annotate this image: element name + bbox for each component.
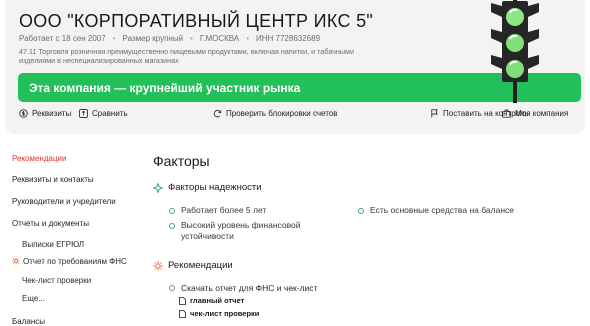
reliability-heading-label: Факторы надежности [168,182,262,193]
bullet-icon [169,285,175,291]
bullet-icon [169,222,175,229]
factor-text: Высокий уровень финансовой устойчивости [181,220,301,242]
recommendation-text: Скачать отчет для ФНС и чек-лист [181,283,318,293]
company-actions: Реквизиты Сравнить Проверить блокировки … [19,109,589,123]
recommendations-heading-label: Рекомендации [168,260,233,271]
checklist-link[interactable]: чек-лист проверки [179,309,259,318]
meta-separator: • [112,34,116,43]
sidebar-item-reports[interactable]: Отчеты и документы [12,219,89,228]
okved-line: 47.11 Торговля розничная преимущественно… [19,47,355,56]
main-report-link[interactable]: главный отчет [179,296,244,305]
okved-description: 47.11 Торговля розничная преимущественно… [19,47,439,65]
company-city: Г.МОСКВА [199,34,240,43]
factor-item: Есть основные средства на балансе [358,205,514,216]
check-blocks-label: Проверить блокировки счетов [226,109,338,118]
company-name: ООО "КОРПОРАТИВНЫЙ ЦЕНТР ИКС 5" [19,11,374,31]
flag-icon [431,109,438,118]
sidebar-item-fns-report[interactable]: Отчет по требованиям ФНС [12,257,127,266]
company-card: ООО "КОРПОРАТИВНЫЙ ЦЕНТР ИКС 5" Работает… [5,0,585,134]
sidebar-item-balances[interactable]: Балансы [12,317,45,326]
factor-text: Работает более 5 лет [181,205,267,215]
warning-icon [12,257,20,265]
reliability-heading: Факторы надежности [153,182,262,193]
my-company-label: Моя компания [515,109,569,118]
sparkle-icon [153,182,163,193]
factor-text-line: устойчивости [181,231,234,241]
traffic-light-icon [491,0,539,103]
sidebar-item-recommendations[interactable]: Рекомендации [12,154,66,163]
company-size: Размер крупный [122,34,184,43]
bullet-icon [169,207,175,214]
document-icon [179,296,186,305]
checklist-label: чек-лист проверки [190,309,260,318]
factor-item: Работает более 5 лет [169,205,266,216]
company-inn: ИНН 7728632689 [256,34,321,43]
my-company-button[interactable]: Моя компания [502,109,568,118]
sidebar-item-egrul[interactable]: Выписки ЕГРЮЛ [22,240,84,249]
factor-text: Есть основные средства на балансе [370,205,514,215]
document-icon [179,309,186,318]
meta-separator: • [246,34,249,43]
registered-date: Работает с 18 сен 2007 [19,34,106,43]
compare-button[interactable]: Сравнить [79,109,128,118]
factor-text-line: Высокий уровень финансовой [181,220,301,230]
sidebar-item-management[interactable]: Руководители и учредители [12,197,116,206]
sidebar-item-checklist[interactable]: Чек-лист проверки [22,276,91,285]
main-report-label: главный отчет [190,296,245,305]
refresh-icon [213,110,222,118]
fns-report-label: Отчет по требованиям ФНС [23,257,127,266]
sidebar-item-more[interactable]: Еще... [22,294,45,303]
sun-icon [153,260,163,271]
okved-line: изделиями в неспециализированных магазин… [19,56,179,65]
requisites-button[interactable]: Реквизиты [19,109,71,118]
meta-separator: • [190,34,193,43]
briefcase-icon [502,109,511,118]
requisites-label: Реквизиты [32,109,72,118]
bullet-icon [358,207,364,214]
factor-item: Высокий уровень финансовой устойчивости [169,220,301,242]
compare-label: Сравнить [92,109,128,118]
sidebar-item-requisites-contacts[interactable]: Реквизиты и контакты [12,175,94,184]
dollar-icon [19,109,28,118]
recommendations-heading: Рекомендации [153,260,233,271]
compare-icon [79,109,88,118]
recommendation-item: Скачать отчет для ФНС и чек-лист [169,283,317,293]
check-blocks-button[interactable]: Проверить блокировки счетов [213,109,338,118]
company-meta: Работает с 18 сен 2007 • Размер крупный … [19,34,320,43]
page-title: Факторы [153,153,210,169]
